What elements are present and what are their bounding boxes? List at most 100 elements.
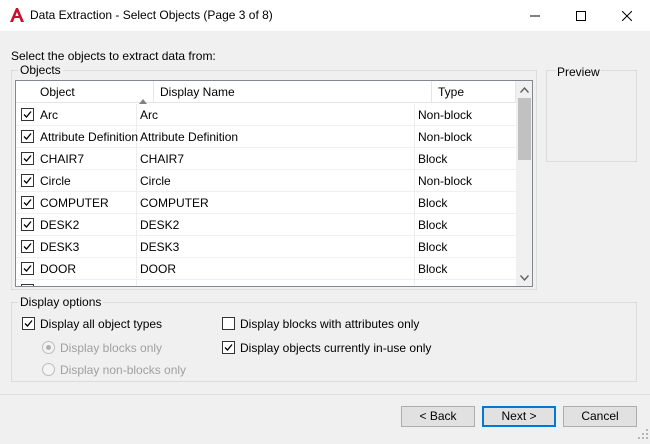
- row-checkbox[interactable]: [21, 130, 34, 143]
- column-divider: [136, 148, 137, 170]
- chevron-down-icon: [520, 274, 529, 281]
- column-header-type[interactable]: Type: [432, 81, 516, 103]
- column-divider: [414, 280, 415, 286]
- next-button[interactable]: Next >: [482, 406, 556, 427]
- display-blocks-with-attributes-label: Display blocks with attributes only: [240, 317, 420, 331]
- row-checkbox[interactable]: [21, 218, 34, 231]
- instruction-text: Select the objects to extract data from:: [11, 49, 216, 63]
- window-title: Data Extraction - Select Objects (Page 3…: [30, 8, 273, 22]
- radio-selected-dot: [46, 345, 51, 351]
- table-row[interactable]: COMPUTER COMPUTER Block: [16, 192, 516, 214]
- checkmark-icon: [23, 221, 32, 228]
- display-non-blocks-only-radio[interactable]: [42, 363, 55, 377]
- table-row[interactable]: DOOR DOOR Block: [16, 258, 516, 280]
- display-non-blocks-only-label: Display non-blocks only: [60, 363, 187, 377]
- scroll-down-button[interactable]: [516, 269, 532, 286]
- row-checkbox[interactable]: [21, 262, 34, 275]
- display-all-object-types-option[interactable]: Display all object types: [22, 316, 162, 332]
- display-currently-in-use-option[interactable]: Display objects currently in-use only: [222, 340, 431, 356]
- list-vertical-scrollbar[interactable]: [516, 81, 532, 286]
- table-row[interactable]: Attribute Definition Attribute Definition…: [16, 126, 516, 148]
- display-blocks-with-attributes-option[interactable]: Display blocks with attributes only: [222, 316, 419, 332]
- column-divider: [414, 258, 415, 280]
- preview-pane: [546, 70, 637, 162]
- cell-type: Non-block: [418, 108, 473, 122]
- cell-display-name[interactable]: Arc: [140, 104, 158, 126]
- minimize-button[interactable]: [512, 0, 558, 31]
- cell-display-name[interactable]: DESK2: [140, 214, 179, 236]
- cell-display-name[interactable]: CHAIR7: [140, 148, 184, 170]
- column-divider: [414, 126, 415, 148]
- row-checkbox[interactable]: [21, 240, 34, 253]
- checkmark-icon: [23, 111, 32, 118]
- display-blocks-only-label: Display blocks only: [60, 341, 163, 355]
- column-divider: [136, 104, 137, 126]
- display-options-group-label: Display options: [18, 295, 104, 309]
- cell-display-name[interactable]: COMPUTER: [140, 192, 209, 214]
- display-blocks-only-option[interactable]: Display blocks only: [42, 340, 162, 356]
- table-row[interactable]: DESK3 DESK3 Block: [16, 236, 516, 258]
- column-divider: [136, 170, 137, 192]
- cell-display-name[interactable]: DOOR: [140, 258, 176, 280]
- cell-object: DESK2: [40, 218, 80, 232]
- objects-list[interactable]: Object Display Name Type Arc Arc Non-block…: [15, 80, 533, 287]
- table-row[interactable]: DESK2 DESK2 Block: [16, 214, 516, 236]
- chevron-up-icon: [520, 86, 529, 93]
- maximize-button[interactable]: [558, 0, 604, 31]
- cell-display-name[interactable]: DR-69: [140, 280, 175, 286]
- column-header-display-name[interactable]: Display Name: [154, 81, 432, 103]
- row-checkbox[interactable]: [21, 152, 34, 165]
- column-header-object[interactable]: Object: [34, 81, 154, 104]
- column-divider: [414, 148, 415, 170]
- column-divider: [414, 104, 415, 126]
- autocad-a-icon[interactable]: [9, 7, 25, 23]
- display-currently-in-use-checkbox[interactable]: [222, 341, 235, 355]
- cell-object: CHAIR7: [40, 152, 85, 166]
- display-blocks-with-attributes-checkbox[interactable]: [222, 317, 235, 331]
- cell-type: Block: [418, 218, 448, 232]
- row-checkbox[interactable]: [21, 196, 34, 209]
- table-row[interactable]: CHAIR7 CHAIR7 Block: [16, 148, 516, 170]
- cell-type: Block: [418, 280, 447, 286]
- close-button[interactable]: [604, 0, 650, 31]
- cell-display-name[interactable]: DESK3: [140, 236, 179, 258]
- column-divider: [414, 236, 415, 258]
- display-blocks-only-radio[interactable]: [42, 341, 55, 355]
- row-checkbox[interactable]: [21, 284, 34, 286]
- column-divider: [136, 280, 137, 286]
- cell-type: Block: [418, 240, 448, 254]
- scroll-up-button[interactable]: [516, 81, 532, 98]
- row-checkbox[interactable]: [21, 108, 34, 121]
- cell-object: Circle: [40, 174, 71, 188]
- back-button[interactable]: < Back: [401, 406, 475, 427]
- table-row[interactable]: Circle Circle Non-block: [16, 170, 516, 192]
- table-row[interactable]: DR-69 DR-69 Block: [16, 280, 516, 286]
- cell-type: Block: [418, 152, 448, 166]
- column-header-type-label: Type: [438, 85, 465, 99]
- column-divider: [136, 236, 137, 258]
- checkmark-icon: [23, 199, 32, 206]
- checkmark-icon: [23, 155, 32, 162]
- row-checkbox[interactable]: [21, 174, 34, 187]
- display-all-object-types-checkbox[interactable]: [22, 317, 35, 331]
- cell-object: DOOR: [40, 262, 76, 276]
- display-non-blocks-only-option[interactable]: Display non-blocks only: [42, 362, 186, 378]
- preview-label: Preview: [556, 65, 601, 79]
- cell-type: Block: [418, 196, 448, 210]
- checkmark-icon: [23, 177, 32, 184]
- list-header: Object Display Name Type: [16, 81, 516, 104]
- title-bar: Data Extraction - Select Objects (Page 3…: [0, 0, 650, 31]
- cell-display-name[interactable]: Circle: [140, 170, 171, 192]
- table-row[interactable]: Arc Arc Non-block: [16, 104, 516, 126]
- maximize-icon: [576, 10, 586, 21]
- resize-grip-icon[interactable]: [638, 428, 648, 442]
- close-icon: [622, 10, 632, 21]
- cell-type: Block: [418, 262, 448, 276]
- display-currently-in-use-label: Display objects currently in-use only: [240, 341, 432, 355]
- column-header-display-name-label: Display Name: [160, 85, 235, 99]
- objects-group-label: Objects: [18, 63, 63, 77]
- cell-display-name[interactable]: Attribute Definition: [140, 126, 238, 148]
- scroll-thumb[interactable]: [518, 98, 531, 160]
- cell-object: COMPUTER: [40, 196, 109, 210]
- cancel-button[interactable]: Cancel: [563, 406, 637, 427]
